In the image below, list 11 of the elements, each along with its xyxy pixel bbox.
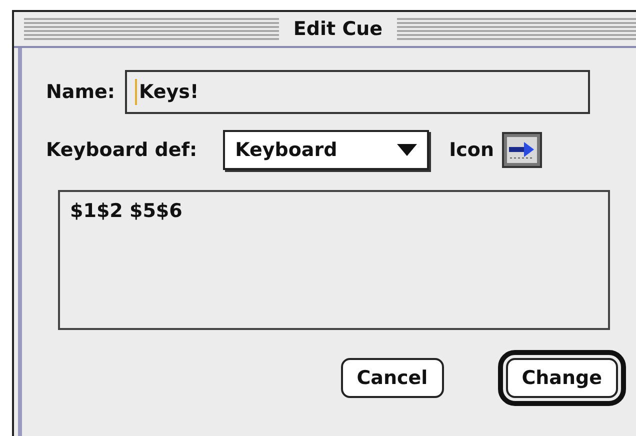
icon-label: Icon (449, 139, 494, 161)
keyboard-dropdown[interactable]: Keyboard (223, 130, 430, 170)
title-bar-stripes[interactable] (396, 18, 636, 40)
name-label: Name: (46, 81, 116, 103)
dialog-button[interactable]: Cancel (340, 358, 444, 398)
definition-text-area[interactable]: $1$2 $5$6 (58, 190, 610, 330)
keyboard-def-label: Keyboard def: (46, 139, 198, 161)
caret-icon (397, 144, 418, 156)
title-bar-stripes[interactable] (24, 18, 280, 40)
window-title: Edit Cue (292, 18, 384, 40)
name-field[interactable]: Keys! (125, 70, 590, 114)
